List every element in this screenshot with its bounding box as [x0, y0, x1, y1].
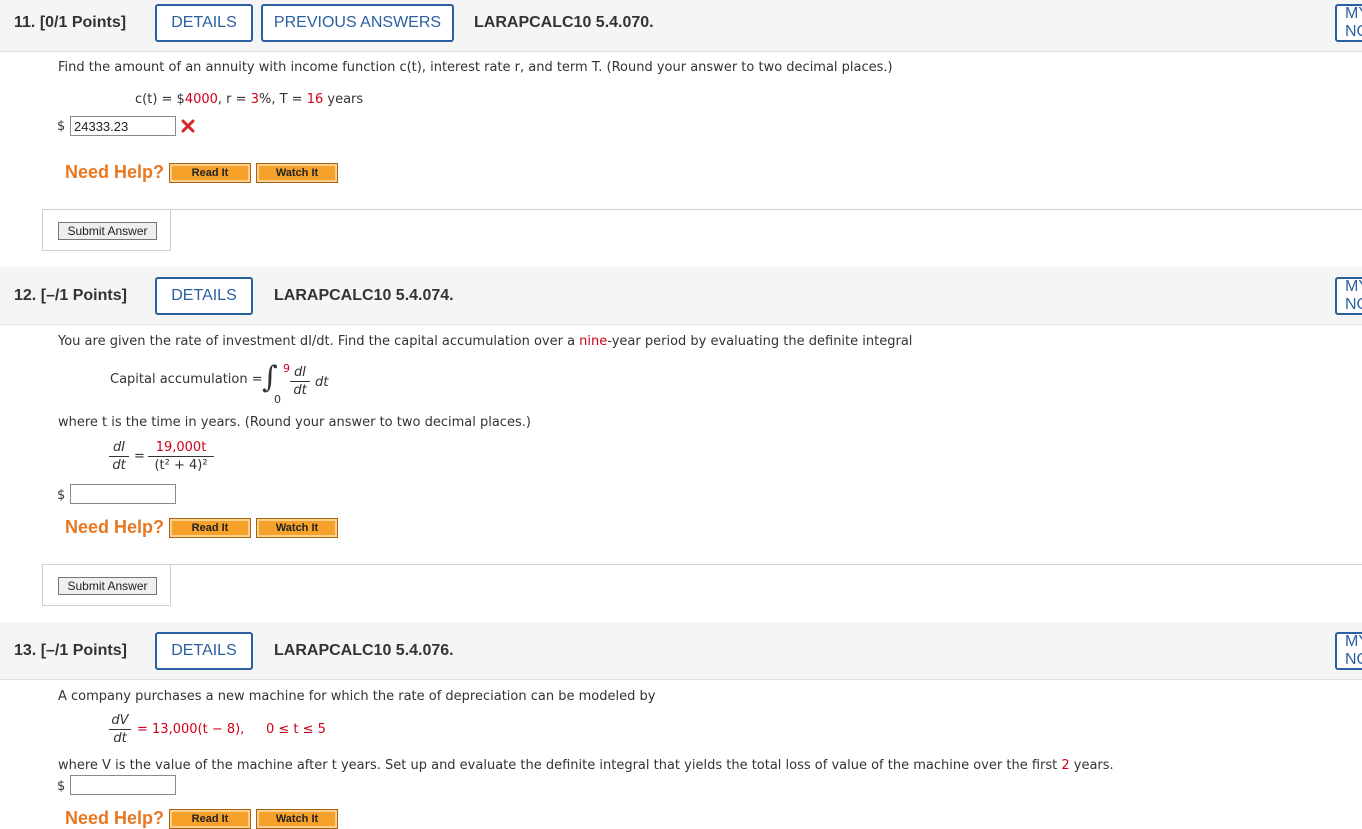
problem-code: LARAPCALC10 5.4.070. [474, 13, 654, 31]
question-prompt: You are given the rate of investment dI/… [58, 334, 913, 349]
rate-rhs-fraction: 19,000t (t² + 4)² [148, 440, 214, 473]
question-number: 12. [–/1 Points] [14, 286, 127, 304]
my-notes-button[interactable]: MY NOTES [1335, 277, 1362, 315]
integral-upper-limit: 9 [283, 362, 290, 375]
question-12-header: 12. [–/1 Points] DETAILS LARAPCALC10 5.4… [0, 267, 1362, 325]
depreciation-domain: 0 ≤ t ≤ 5 [266, 722, 326, 737]
answer-input[interactable] [70, 116, 176, 136]
integral-lower-limit: 0 [274, 393, 281, 406]
my-notes-button[interactable]: MY NOTES [1335, 632, 1362, 670]
need-help-label: Need Help? [65, 162, 165, 182]
question-prompt: A company purchases a new machine for wh… [58, 689, 656, 704]
capital-accumulation-label: Capital accumulation = [110, 372, 263, 387]
need-help-label: Need Help? [65, 517, 165, 537]
problem-code: LARAPCALC10 5.4.076. [274, 641, 454, 659]
read-it-button[interactable]: Read It [169, 518, 251, 538]
watch-it-button[interactable]: Watch It [256, 809, 338, 829]
need-help-label: Need Help? [65, 808, 165, 828]
where-text: where t is the time in years. (Round you… [58, 415, 531, 430]
submit-area: Submit Answer [42, 564, 1362, 606]
previous-answers-button[interactable]: PREVIOUS ANSWERS [261, 4, 454, 42]
equals-sign: = [134, 449, 145, 464]
rate-lhs-fraction: dI dt [109, 440, 129, 473]
submit-box: Submit Answer [42, 564, 171, 606]
details-button[interactable]: DETAILS [155, 4, 253, 42]
read-it-button[interactable]: Read It [169, 163, 251, 183]
submit-answer-button[interactable]: Submit Answer [58, 577, 157, 595]
answer-input[interactable] [70, 775, 176, 795]
question-13-header: 13. [–/1 Points] DETAILS LARAPCALC10 5.4… [0, 622, 1362, 680]
integral-sign: ∫ [262, 360, 278, 395]
where-text: where V is the value of the machine afte… [58, 758, 1114, 773]
depreciation-rhs: = 13,000(t − 8), [137, 722, 245, 737]
currency-sign: $ [57, 119, 66, 134]
question-number: 13. [–/1 Points] [14, 641, 127, 659]
integrand-fraction: dI dt [290, 365, 310, 398]
given-values: c(t) = $4000, r = 3%, T = 16 years [135, 92, 364, 107]
details-button[interactable]: DETAILS [155, 632, 253, 670]
depreciation-lhs-fraction: dV dt [109, 713, 131, 746]
watch-it-button[interactable]: Watch It [256, 163, 338, 183]
answer-input[interactable] [70, 484, 176, 504]
read-it-button[interactable]: Read It [169, 809, 251, 829]
submit-answer-button[interactable]: Submit Answer [58, 222, 157, 240]
submit-box: Submit Answer [42, 209, 171, 251]
integral-dt: dt [315, 375, 329, 390]
incorrect-x-icon [181, 119, 195, 133]
details-button[interactable]: DETAILS [155, 277, 253, 315]
question-11-header: 11. [0/1 Points] DETAILS PREVIOUS ANSWER… [0, 0, 1362, 52]
currency-sign: $ [57, 779, 66, 794]
submit-area: Submit Answer [42, 209, 1362, 251]
currency-sign: $ [57, 488, 66, 503]
question-prompt: Find the amount of an annuity with incom… [58, 60, 893, 75]
problem-code: LARAPCALC10 5.4.074. [274, 286, 454, 304]
watch-it-button[interactable]: Watch It [256, 518, 338, 538]
my-notes-button[interactable]: MY NOTES [1335, 4, 1362, 42]
question-number: 11. [0/1 Points] [14, 13, 127, 31]
